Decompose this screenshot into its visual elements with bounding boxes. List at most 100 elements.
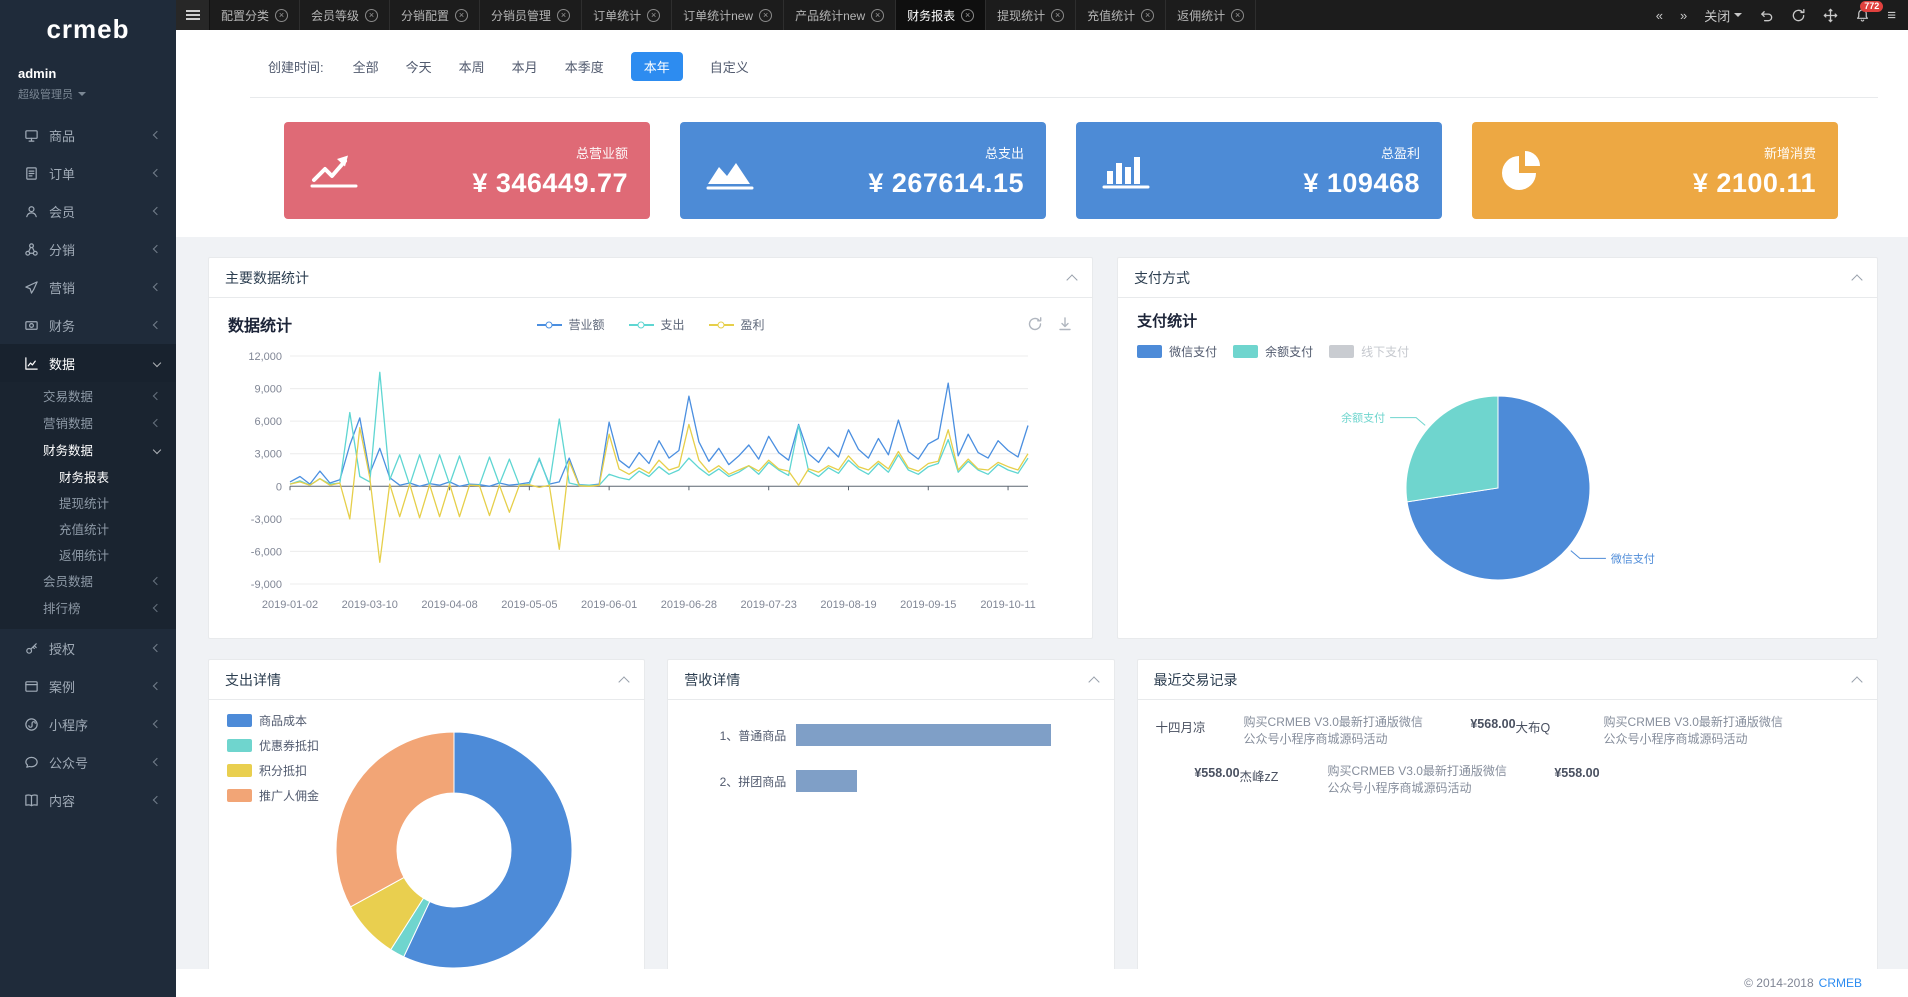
tab-close-icon[interactable]: × <box>455 9 468 22</box>
tabs-scroll-left-button[interactable]: « <box>1656 8 1663 23</box>
transaction-desc: 购买CRMEB V3.0最新打通版微信公众号小程序商城源码活动 <box>1328 763 1516 798</box>
sidebar-item-财务[interactable]: 财务 <box>0 306 176 344</box>
sidebar-item-营销数据[interactable]: 营销数据 <box>0 409 176 436</box>
sidebar-item-会员数据[interactable]: 会员数据 <box>0 567 176 594</box>
sidebar-item-财务数据[interactable]: 财务数据 <box>0 436 176 463</box>
collapse-panel-button[interactable] <box>1066 274 1077 285</box>
distribution-icon <box>24 242 39 257</box>
area-chart-icon <box>702 149 758 193</box>
sidebar-item-交易数据[interactable]: 交易数据 <box>0 382 176 409</box>
tab-label: 会员等级 <box>311 7 359 24</box>
tab-close-icon[interactable]: × <box>275 9 288 22</box>
collapse-panel-button[interactable] <box>619 676 630 687</box>
tab-close-icon[interactable]: × <box>647 9 660 22</box>
sidebar-item-商品[interactable]: 商品 <box>0 116 176 154</box>
sidebar-item-小程序[interactable]: 小程序 <box>0 705 176 743</box>
tab-close-icon[interactable]: × <box>365 9 378 22</box>
brand-link[interactable]: CRMEB <box>1819 976 1862 990</box>
tab-配置分类[interactable]: 配置分类× <box>210 0 300 30</box>
sidebar-item-会员[interactable]: 会员 <box>0 192 176 230</box>
revenue-bar[interactable] <box>796 724 1051 746</box>
tab-会员等级[interactable]: 会员等级 × <box>300 0 390 30</box>
sidebar-item-内容[interactable]: 内容 <box>0 781 176 819</box>
tab-close-icon[interactable]: × <box>1141 9 1154 22</box>
tab-订单统计new[interactable]: 订单统计new× <box>672 0 784 30</box>
tab-close-icon[interactable]: × <box>759 9 772 22</box>
sidebar-item-数据[interactable]: 数据 <box>0 344 176 382</box>
stat-card-expense[interactable]: 总支出 ¥ 267614.15 <box>680 122 1046 219</box>
tab-close-icon[interactable]: × <box>1231 9 1244 22</box>
sidebar-item-label: 公众号 <box>49 753 154 772</box>
tab-返佣统计[interactable]: 返佣统计× <box>1166 0 1256 30</box>
legend-item-线下支付[interactable]: 线下支付 <box>1329 343 1409 360</box>
case-icon <box>24 679 39 694</box>
tab-分销配置[interactable]: 分销配置× <box>390 0 480 30</box>
sidebar: crmeb admin 超级管理员 商品订单会员分销营销财务数据交易数据营销数据… <box>0 0 176 997</box>
user-block[interactable]: admin 超级管理员 <box>0 58 176 116</box>
user-role[interactable]: 超级管理员 <box>18 86 158 102</box>
transaction-name: 十四月凉 <box>1156 714 1244 736</box>
tab-close-icon[interactable]: × <box>1051 9 1064 22</box>
sidebar-item-财务报表[interactable]: 财务报表 <box>0 463 176 489</box>
chevron-left-icon <box>153 720 161 728</box>
refresh-button[interactable] <box>1791 8 1806 23</box>
legend-item-余额支付[interactable]: 余额支付 <box>1233 343 1313 360</box>
move-button[interactable] <box>1823 8 1838 23</box>
legend-item-优惠券抵扣[interactable]: 优惠券抵扣 <box>227 737 319 754</box>
sidebar-item-案例[interactable]: 案例 <box>0 667 176 705</box>
filter-option-本月[interactable]: 本月 <box>512 57 538 76</box>
close-tabs-dropdown[interactable]: 关闭 <box>1704 6 1742 25</box>
filter-option-本年[interactable]: 本年 <box>631 52 683 81</box>
sidebar-item-订单[interactable]: 订单 <box>0 154 176 192</box>
undo-button[interactable] <box>1759 8 1774 23</box>
legend-item-积分抵扣[interactable]: 积分抵扣 <box>227 762 319 779</box>
list-icon[interactable]: ≡ <box>1887 7 1896 24</box>
payment-pie-chart: 微信支付余额支付 <box>1137 360 1859 606</box>
transaction-amount: ¥558.00 <box>1516 763 1600 780</box>
collapse-panel-button[interactable] <box>1851 676 1862 687</box>
tab-订单统计[interactable]: 订单统计× <box>582 0 672 30</box>
auth-icon <box>24 641 39 656</box>
chevron-left-icon <box>153 644 161 652</box>
undo-icon <box>1759 8 1774 23</box>
tab-充值统计[interactable]: 充值统计× <box>1076 0 1166 30</box>
tab-close-icon[interactable]: × <box>871 9 884 22</box>
sidebar-item-分销[interactable]: 分销 <box>0 230 176 268</box>
filter-option-自定义[interactable]: 自定义 <box>710 57 749 76</box>
legend-item-商品成本[interactable]: 商品成本 <box>227 712 319 729</box>
stat-card-turnover[interactable]: 总营业额 ¥ 346449.77 <box>284 122 650 219</box>
filter-option-本周[interactable]: 本周 <box>459 57 485 76</box>
tab-财务报表[interactable]: 财务报表× <box>896 0 986 30</box>
legend-item-支出[interactable]: 支出 <box>629 316 685 333</box>
sidebar-item-公众号[interactable]: 公众号 <box>0 743 176 781</box>
tab-分销员管理[interactable]: 分销员管理× <box>480 0 582 30</box>
tab-产品统计new[interactable]: 产品统计new× <box>784 0 896 30</box>
sidebar-item-营销[interactable]: 营销 <box>0 268 176 306</box>
legend-item-推广人佣金[interactable]: 推广人佣金 <box>227 787 319 804</box>
collapse-sidebar-button[interactable] <box>176 0 210 30</box>
tab-close-icon[interactable]: × <box>557 9 570 22</box>
stat-card-profit[interactable]: 总盈利 ¥ 109468 <box>1076 122 1442 219</box>
tabs-scroll-right-button[interactable]: » <box>1680 8 1687 23</box>
stat-card-label: 总盈利 <box>1164 143 1420 162</box>
collapse-panel-button[interactable] <box>1088 676 1099 687</box>
tab-提现统计[interactable]: 提现统计× <box>986 0 1076 30</box>
revenue-bar[interactable] <box>796 770 857 792</box>
sidebar-item-排行榜[interactable]: 排行榜 <box>0 594 176 621</box>
legend-item-微信支付[interactable]: 微信支付 <box>1137 343 1217 360</box>
sidebar-item-充值统计[interactable]: 充值统计 <box>0 515 176 541</box>
bottom-row: 支出详情 商品成本优惠券抵扣积分抵扣推广人佣金 营收详情 1、普通商品2、拼团商… <box>208 659 1878 989</box>
sidebar-item-返佣统计[interactable]: 返佣统计 <box>0 541 176 567</box>
tab-close-icon[interactable]: × <box>961 9 974 22</box>
sidebar-item-提现统计[interactable]: 提现统计 <box>0 489 176 515</box>
notifications-button[interactable]: 772 <box>1855 8 1870 23</box>
sidebar-item-授权[interactable]: 授权 <box>0 629 176 667</box>
stat-card-new-consumption[interactable]: 新增消费 ¥ 2100.11 <box>1472 122 1838 219</box>
legend-item-营业额[interactable]: 营业额 <box>537 316 605 333</box>
filter-option-本季度[interactable]: 本季度 <box>565 57 604 76</box>
filter-option-今天[interactable]: 今天 <box>406 57 432 76</box>
filter-option-全部[interactable]: 全部 <box>353 57 379 76</box>
collapse-panel-button[interactable] <box>1851 274 1862 285</box>
bar-row-1、普通商品: 1、普通商品 <box>690 724 1091 746</box>
legend-item-盈利[interactable]: 盈利 <box>709 316 765 333</box>
